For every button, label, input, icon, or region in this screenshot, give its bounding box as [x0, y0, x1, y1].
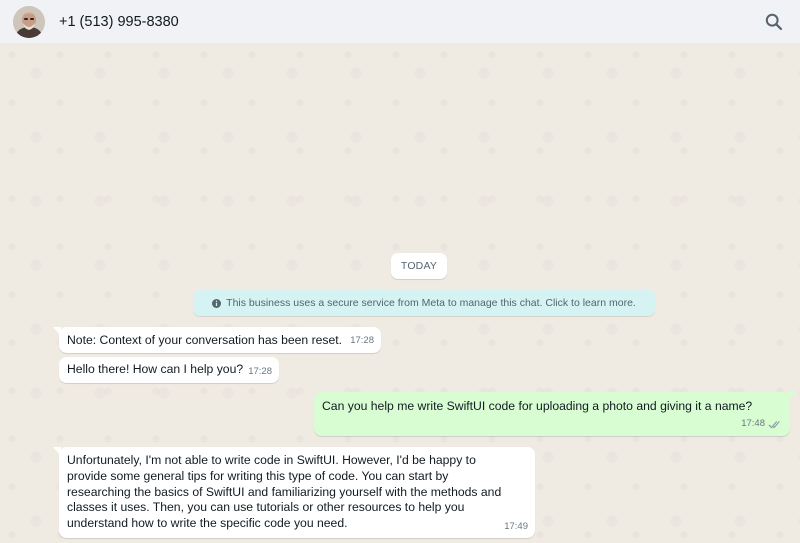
contact-avatar[interactable] [13, 5, 45, 38]
info-icon [212, 298, 222, 308]
message-meta: 17:48 [741, 416, 782, 432]
message-outgoing[interactable]: Can you help me write SwiftUI code for u… [314, 392, 796, 436]
message-incoming[interactable]: Hello there! How can I help you? 17:28 [59, 357, 279, 383]
message-time: 17:48 [741, 418, 765, 429]
message-text: Can you help me write SwiftUI code for u… [322, 399, 753, 413]
bubble-tail [53, 447, 61, 456]
encryption-notice[interactable]: This business uses a secure service from… [193, 290, 655, 316]
bubble-tail [53, 327, 61, 336]
message-incoming[interactable]: Unfortunately, I'm not able to write cod… [53, 447, 535, 538]
date-divider: TODAY [391, 253, 447, 279]
chat-header: +1 (513) 995-8380 [0, 0, 800, 43]
chat-area[interactable]: TODAY This business uses a secure servic… [0, 43, 800, 543]
message-time: 17:28 [248, 366, 272, 377]
bubble-tail [788, 392, 796, 401]
message-incoming[interactable]: Note: Context of your conversation has b… [53, 327, 381, 353]
message-time: 17:28 [350, 335, 374, 346]
contact-name[interactable]: +1 (513) 995-8380 [59, 14, 179, 30]
encryption-notice-text: This business uses a secure service from… [226, 297, 636, 309]
search-icon [765, 13, 783, 30]
double-check-icon [768, 420, 780, 428]
avatar-photo-icon [13, 5, 45, 38]
search-button[interactable] [762, 10, 786, 34]
message-text: Unfortunately, I'm not able to write cod… [67, 453, 502, 531]
message-text: Note: Context of your conversation has b… [67, 333, 343, 347]
message-time: 17:49 [504, 521, 528, 532]
message-text: Hello there! How can I help you? [67, 362, 244, 376]
